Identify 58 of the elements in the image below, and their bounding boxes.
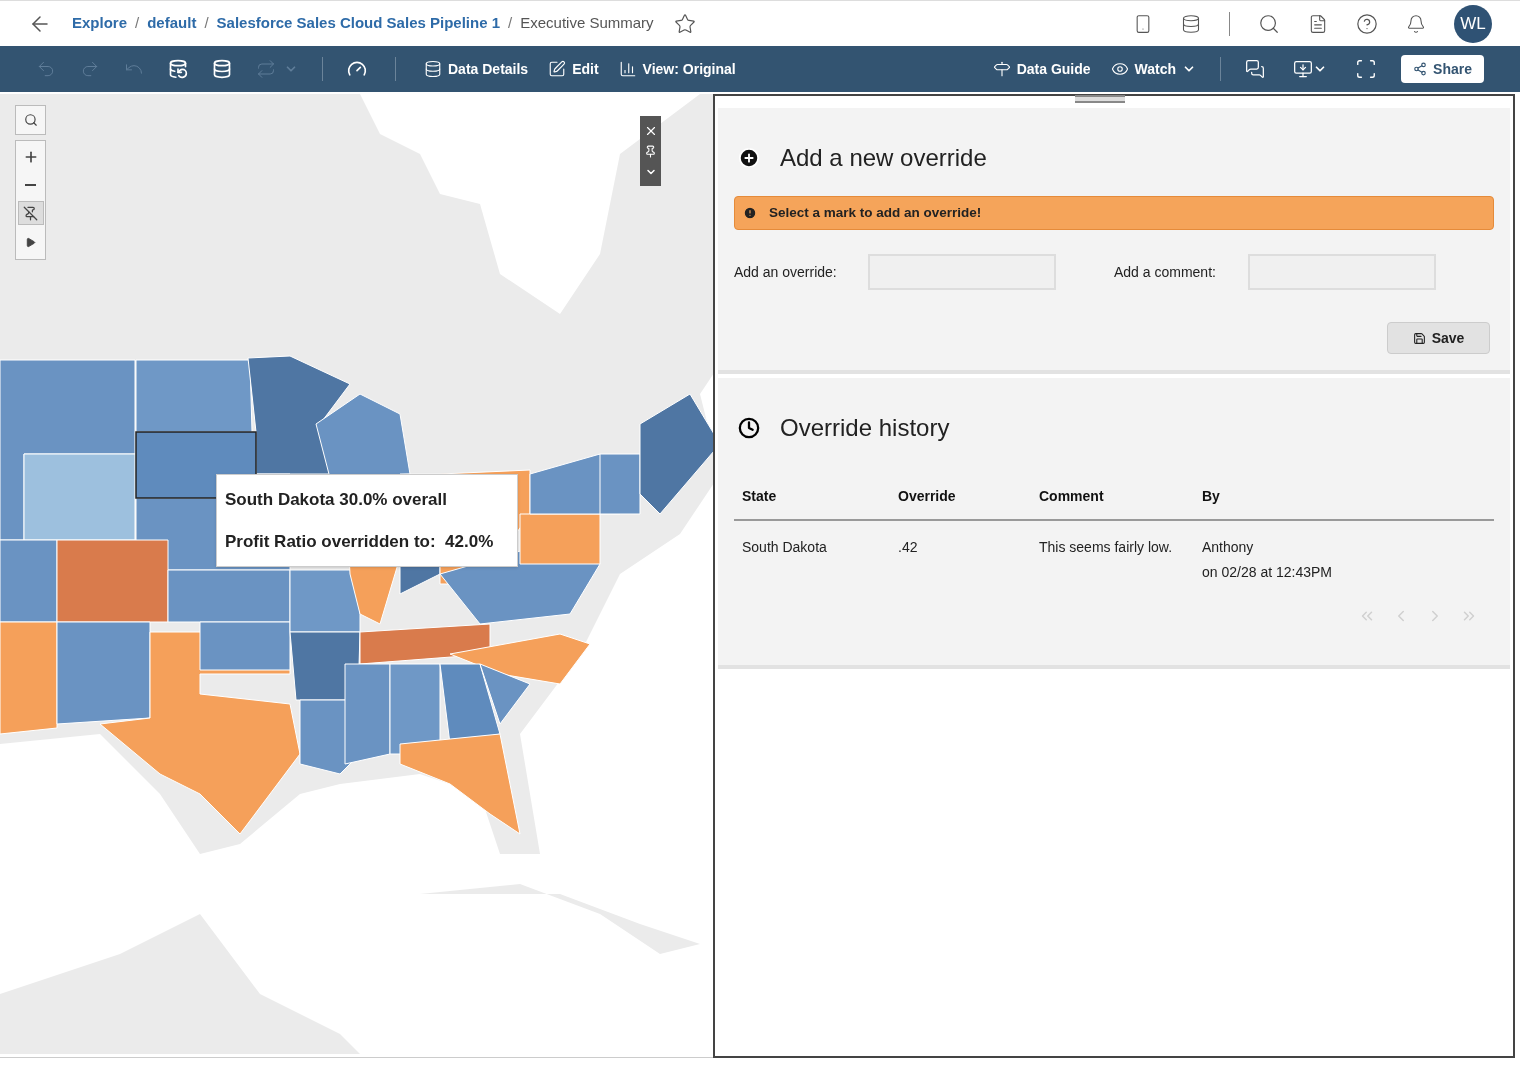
breadcrumb-link[interactable]: default xyxy=(147,12,197,35)
search-icon xyxy=(23,113,38,127)
toolbar-button[interactable]: Watch xyxy=(1110,58,1197,80)
table-cell-text: Anthony xyxy=(1202,538,1255,557)
unpin-map-button[interactable] xyxy=(17,201,44,225)
section-title: Override history xyxy=(780,413,950,443)
pin-icon[interactable] xyxy=(644,145,657,159)
table-cell-text: .42 xyxy=(898,538,919,557)
save-icon xyxy=(1412,331,1426,345)
breadcrumb-link[interactable]: Salesforce Sales Cloud Sales Pipeline 1 xyxy=(216,12,500,35)
table-cell-text: South Dakota xyxy=(742,538,828,557)
database-refresh-icon[interactable] xyxy=(168,59,188,79)
column-header[interactable]: By xyxy=(1202,486,1486,507)
breadcrumb-separator: / xyxy=(508,13,513,34)
table-cell-text: This seems fairly low. xyxy=(1039,538,1174,557)
table-cell-text: on 02/28 at 12:43PM xyxy=(1202,563,1333,582)
minus-icon xyxy=(25,184,36,186)
field-label: Add a comment: xyxy=(1114,262,1217,282)
save-button[interactable]: Save xyxy=(1387,322,1490,354)
column-header[interactable]: Comment xyxy=(1039,486,1202,507)
toolbar-button[interactable]: View: Original xyxy=(618,58,736,80)
gauge-icon[interactable] xyxy=(347,59,367,79)
clock-icon xyxy=(738,417,760,439)
full-screen-icon[interactable] xyxy=(1355,58,1378,80)
alert-text: Select a mark to add an override! xyxy=(769,203,982,222)
column-header[interactable]: State xyxy=(742,486,898,507)
breadcrumb-separator: / xyxy=(135,13,140,34)
drag-handle[interactable] xyxy=(1075,95,1125,103)
share-button[interactable]: Share xyxy=(1401,55,1484,83)
tooltip-title: South Dakota 30.0% overall xyxy=(225,489,449,511)
user-avatar[interactable]: WL xyxy=(1454,4,1492,43)
tooltip-text: Profit Ratio overridden to: 42.0% xyxy=(225,530,495,553)
section-title: Add a new override xyxy=(780,143,987,173)
breadcrumb-link[interactable]: Explore xyxy=(72,12,128,35)
search-icon[interactable] xyxy=(1258,12,1280,35)
toolbar-button[interactable]: Data Details xyxy=(424,58,529,80)
help-icon[interactable] xyxy=(1356,12,1378,35)
eye-icon xyxy=(1110,60,1129,78)
edit-icon xyxy=(548,60,567,78)
database-icon xyxy=(424,60,442,78)
database-icon[interactable] xyxy=(1181,13,1201,34)
alert-icon xyxy=(743,206,757,220)
column-header[interactable]: Override xyxy=(898,486,1039,507)
share-icon xyxy=(1413,62,1428,76)
play-icon xyxy=(25,236,36,248)
signpost-icon xyxy=(992,60,1011,78)
field-label: Add an override: xyxy=(734,262,838,282)
pin-off-icon xyxy=(23,205,38,221)
notification-bell-icon[interactable] xyxy=(1406,13,1426,34)
favorite-star-icon[interactable] xyxy=(673,12,696,35)
breadcrumb-separator: / xyxy=(204,13,209,34)
bar-chart-icon xyxy=(618,60,637,78)
toolbar-button[interactable]: Edit xyxy=(548,58,599,80)
add-circle-icon xyxy=(738,147,760,169)
breadcrumb-current: Executive Summary xyxy=(520,13,654,34)
toolbar-button[interactable]: Data Guide xyxy=(992,58,1091,80)
comments-icon[interactable] xyxy=(1245,59,1266,79)
map-search-button[interactable] xyxy=(15,105,46,135)
